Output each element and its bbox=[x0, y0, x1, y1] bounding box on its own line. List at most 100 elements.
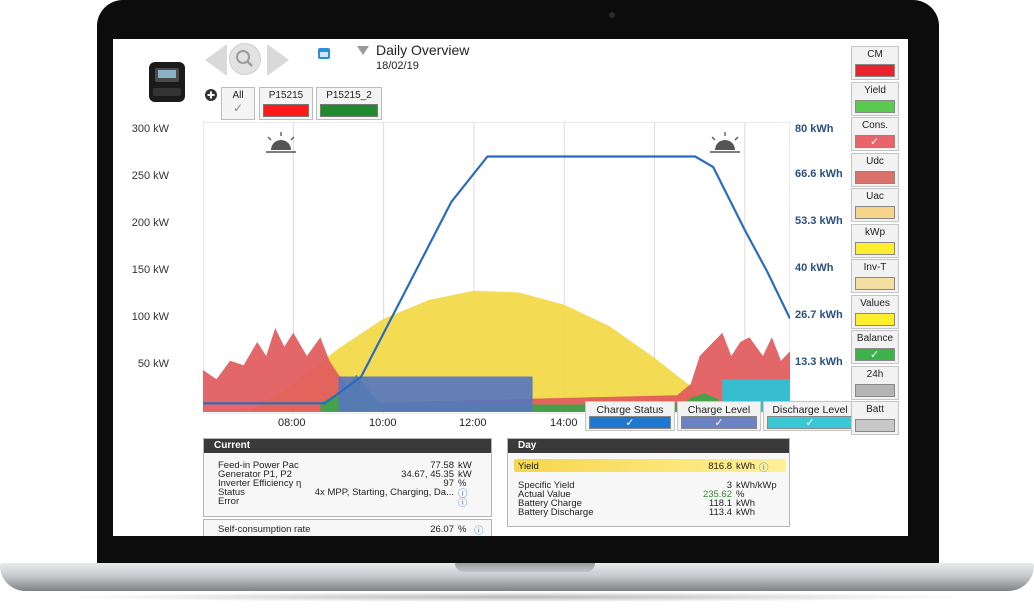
y-right-tick: 40 kWh bbox=[795, 262, 834, 274]
toggle-kwp-button[interactable]: kWp bbox=[851, 223, 899, 258]
self-consumption-value: 26.07 bbox=[430, 524, 454, 535]
toggle-batt-button[interactable]: Batt bbox=[851, 401, 899, 435]
calendar-icon[interactable] bbox=[317, 46, 331, 60]
charge-level-toggle[interactable]: Charge Level ✓ bbox=[677, 401, 761, 431]
toggle-values-button[interactable]: Values bbox=[851, 294, 899, 329]
x-tick: 10:00 bbox=[369, 417, 397, 429]
discharge-level-toggle[interactable]: Discharge Level ✓ bbox=[763, 401, 857, 431]
overview-dropdown-arrow-icon[interactable] bbox=[357, 46, 369, 55]
daily-power-chart[interactable] bbox=[203, 122, 790, 414]
previous-day-arrow-icon[interactable] bbox=[205, 44, 227, 76]
toggle-label: Balance bbox=[856, 333, 894, 344]
toggle-color-swatch: ✓ bbox=[855, 135, 895, 148]
app-screen: Daily Overview 18/02/19 All ✓ P15215 P15… bbox=[113, 39, 908, 536]
row-label: Error bbox=[218, 496, 240, 507]
toggle-inv-t-button[interactable]: Inv-T bbox=[851, 259, 899, 293]
row-value: 113.4 bbox=[708, 507, 732, 518]
toggle-color-swatch bbox=[855, 64, 895, 77]
y-right-tick: 53.3 kWh bbox=[795, 215, 843, 227]
toggle-color-swatch bbox=[855, 419, 895, 432]
toggle-color-swatch bbox=[855, 170, 895, 184]
all-devices-label: All bbox=[232, 90, 244, 101]
device-p15215-button[interactable]: P15215 bbox=[259, 87, 313, 120]
toggle-24h-button[interactable]: 24h bbox=[851, 365, 899, 400]
day-panel-title: Day bbox=[508, 439, 789, 453]
laptop-shadow bbox=[60, 592, 974, 602]
toggle-color-swatch bbox=[855, 277, 895, 290]
page-date: 18/02/19 bbox=[376, 60, 419, 72]
day-panel: Day Yield 816.8 kWh ⓘ Specific Yield 3 k… bbox=[507, 438, 790, 527]
y-left-tick: 50 kW bbox=[137, 358, 169, 370]
toggle-label: Inv-T bbox=[863, 262, 887, 273]
yield-label: Yield bbox=[518, 461, 539, 472]
checkmark-icon: ✓ bbox=[232, 101, 244, 115]
toggle-label: Values bbox=[860, 297, 890, 309]
x-tick: 12:00 bbox=[459, 417, 487, 429]
row-label: Battery Discharge bbox=[518, 507, 594, 518]
y-left-tick: 150 kW bbox=[131, 264, 169, 276]
device-p15215-2-button[interactable]: P15215_2 bbox=[316, 87, 382, 120]
checkmark-icon: ✓ bbox=[870, 349, 880, 361]
info-icon[interactable]: ⓘ bbox=[759, 460, 769, 474]
toggle-cm-button[interactable]: CM bbox=[851, 46, 899, 80]
webcam-icon bbox=[609, 12, 615, 18]
legend-label: Charge Level bbox=[687, 404, 751, 416]
toggle-color-swatch bbox=[855, 383, 895, 397]
device-label: P15215_2 bbox=[326, 90, 372, 101]
charge-status-toggle[interactable]: Charge Status ✓ bbox=[585, 401, 675, 431]
checkmark-icon: ✓ bbox=[767, 416, 853, 429]
device-color-swatch bbox=[320, 104, 378, 117]
y-left-tick: 200 kW bbox=[131, 217, 169, 229]
toggle-color-swatch: ✓ bbox=[855, 348, 895, 361]
toggle-balance-button[interactable]: Balance ✓ bbox=[851, 330, 899, 364]
toggle-cons-button[interactable]: Cons. ✓ bbox=[851, 117, 899, 151]
toggle-yield-button[interactable]: Yield bbox=[851, 81, 899, 116]
legend-label: Discharge Level bbox=[772, 404, 848, 416]
checkmark-icon: ✓ bbox=[681, 416, 757, 429]
yield-value: 816.8 bbox=[708, 461, 732, 472]
toggle-label: Udc bbox=[866, 155, 884, 167]
y-left-tick: 100 kW bbox=[131, 311, 169, 323]
toggle-udc-button[interactable]: Udc bbox=[851, 152, 899, 187]
add-device-icon[interactable] bbox=[204, 88, 218, 102]
toggle-label: kWp bbox=[865, 226, 885, 238]
zoom-magnifier-button[interactable] bbox=[229, 43, 261, 75]
toggle-uac-button[interactable]: Uac bbox=[851, 188, 899, 222]
toggle-color-swatch bbox=[855, 241, 895, 255]
legend-label: Charge Status bbox=[596, 404, 664, 416]
x-tick: 08:00 bbox=[278, 417, 306, 429]
inverter-device-icon bbox=[149, 62, 185, 102]
device-color-swatch bbox=[263, 104, 309, 117]
self-consumption-label: Self-consumption rate bbox=[218, 524, 311, 535]
device-label: P15215 bbox=[268, 90, 304, 101]
y-right-tick: 80 kWh bbox=[795, 123, 834, 135]
next-day-arrow-icon[interactable] bbox=[267, 44, 289, 76]
toggle-color-swatch bbox=[855, 312, 895, 326]
series-charge-level bbox=[338, 376, 533, 412]
y-left-tick: 300 kW bbox=[131, 123, 169, 135]
toggle-label: Cons. bbox=[861, 120, 889, 131]
magnifier-icon bbox=[236, 50, 253, 67]
y-right-tick: 26.7 kWh bbox=[795, 309, 843, 321]
all-devices-button[interactable]: All ✓ bbox=[221, 87, 255, 120]
checkmark-icon: ✓ bbox=[589, 416, 671, 429]
self-consumption-unit: % bbox=[458, 524, 467, 535]
x-tick: 14:00 bbox=[550, 417, 578, 429]
toggle-label: Uac bbox=[866, 191, 884, 202]
toggle-color-swatch bbox=[855, 99, 895, 113]
toggle-color-swatch bbox=[855, 206, 895, 219]
laptop-notch bbox=[455, 563, 595, 572]
toggle-label: Batt bbox=[866, 404, 884, 415]
y-left-tick: 250 kW bbox=[131, 170, 169, 182]
info-icon[interactable]: ⓘ bbox=[458, 495, 468, 509]
toggle-label: 24h bbox=[866, 368, 884, 380]
y-right-tick: 66.6 kWh bbox=[795, 168, 843, 180]
toggle-label: Yield bbox=[864, 84, 886, 96]
row-unit: kWh bbox=[736, 507, 755, 518]
info-icon[interactable]: ⓘ bbox=[474, 523, 484, 536]
yield-unit: kWh bbox=[736, 461, 755, 472]
toggle-label: CM bbox=[867, 49, 883, 60]
row-value: 4x MPP, Starting, Charging, Da... bbox=[314, 487, 454, 498]
y-right-tick: 13.3 kWh bbox=[795, 356, 843, 368]
page-title: Daily Overview bbox=[376, 42, 470, 58]
